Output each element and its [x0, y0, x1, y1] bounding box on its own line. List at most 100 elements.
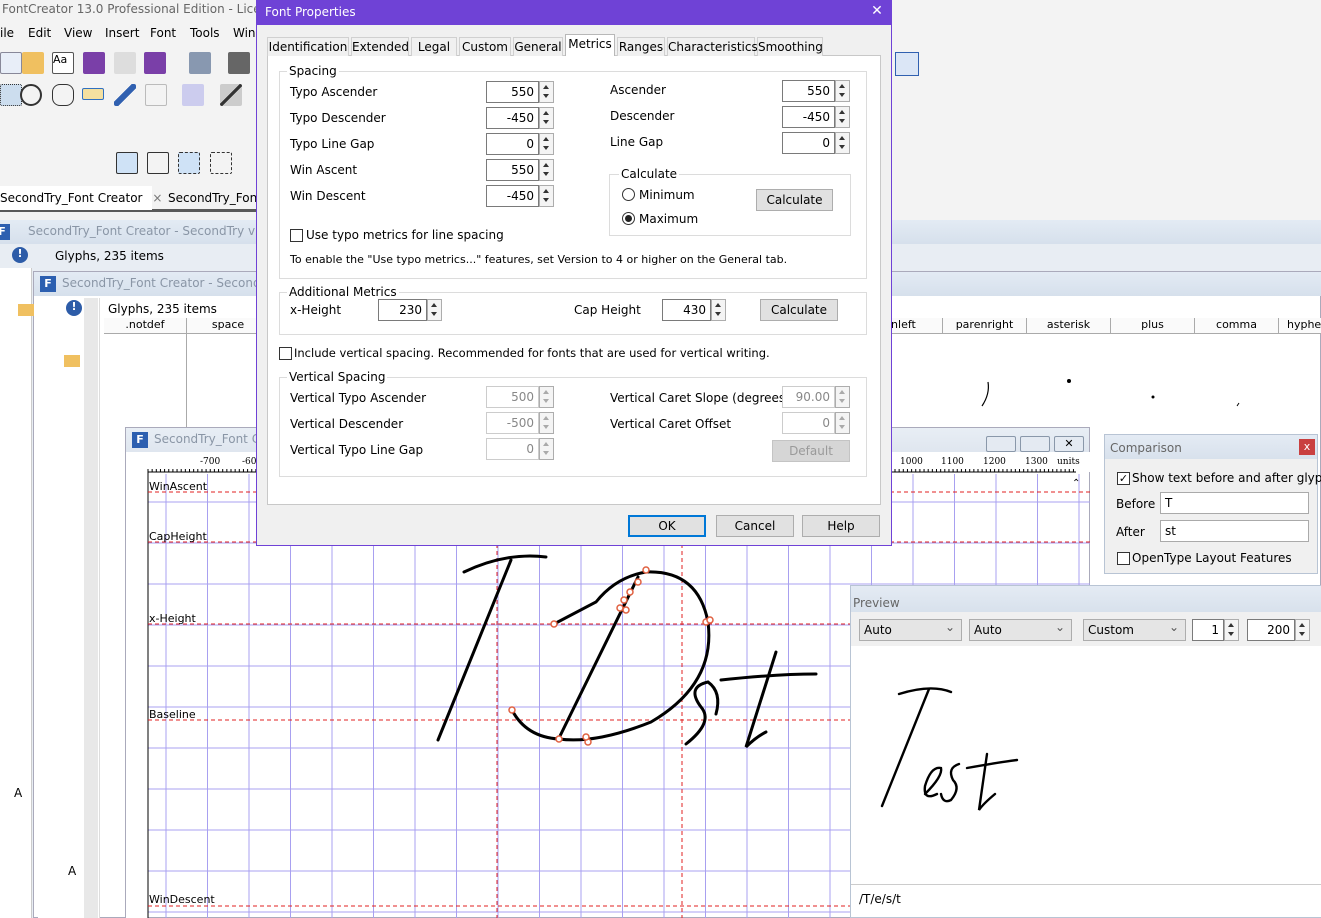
toolbar-icon[interactable] [895, 52, 919, 76]
glyph-column-header[interactable]: .notdef [104, 318, 187, 334]
line-gap-input[interactable]: 0 [782, 132, 835, 154]
image-zoom-icon[interactable] [182, 84, 204, 106]
font-view-icon[interactable]: Aa [52, 52, 74, 74]
show-text-checkbox[interactable]: ✓ [1117, 472, 1130, 485]
default-button[interactable]: Default [772, 440, 850, 462]
doc-tab-active[interactable]: SecondTry_Font Creator × [0, 186, 162, 210]
preview-select-1[interactable]: Auto [859, 619, 962, 641]
help-button[interactable]: Help [802, 515, 880, 537]
menu-font[interactable]: Font [150, 26, 176, 40]
open-icon[interactable] [22, 52, 44, 74]
measure-icon[interactable] [82, 88, 104, 100]
after-input[interactable]: st [1160, 520, 1309, 542]
vertical-typo-line-gap-input[interactable]: 0 [486, 438, 539, 460]
close-icon[interactable]: × [152, 191, 162, 205]
tab-legal[interactable]: Legal [411, 37, 457, 56]
spinner[interactable] [539, 438, 554, 460]
spinner[interactable] [539, 185, 554, 207]
include-vertical-checkbox[interactable] [279, 347, 292, 360]
win-descent-input[interactable]: -450 [486, 185, 539, 207]
menu-file[interactable]: ile [0, 26, 14, 40]
menu-insert[interactable]: Insert [105, 26, 139, 40]
tab-metrics[interactable]: Metrics [565, 34, 615, 56]
glyph-cell[interactable] [104, 334, 187, 428]
vertical-descender-input[interactable]: -500 [486, 412, 539, 434]
spinner[interactable] [539, 159, 554, 181]
cancel-button[interactable]: Cancel [716, 515, 794, 537]
minimum-radio[interactable] [622, 188, 635, 201]
spinner[interactable] [835, 132, 850, 154]
ok-button[interactable]: OK [628, 515, 706, 537]
preview-select-2[interactable]: Auto [969, 619, 1072, 641]
hatch-icon[interactable] [220, 84, 242, 106]
grid-icon[interactable] [116, 152, 138, 174]
win-ascent-input[interactable]: 550 [486, 159, 539, 181]
print-icon[interactable] [189, 52, 211, 74]
spinner[interactable] [539, 133, 554, 155]
calculate-button[interactable]: Calculate [760, 299, 838, 321]
vertical-caret-slope-input[interactable]: 90.00 [782, 386, 835, 408]
menu-view[interactable]: View [64, 26, 92, 40]
knife-icon[interactable] [114, 84, 136, 106]
save-icon[interactable] [83, 52, 105, 74]
close-button[interactable]: x [1299, 439, 1315, 455]
spinner[interactable] [1224, 619, 1239, 641]
tab-ranges[interactable]: Ranges [617, 37, 665, 56]
spinner[interactable] [835, 386, 850, 408]
use-typo-metrics-checkbox[interactable] [290, 229, 303, 242]
before-input[interactable]: T [1160, 492, 1309, 514]
minimize-button[interactable] [986, 436, 1016, 452]
menu-tools[interactable]: Tools [190, 26, 220, 40]
lasso-icon[interactable] [20, 84, 42, 106]
tab-identification[interactable]: Identification [267, 37, 349, 56]
ascender-input[interactable]: 550 [782, 80, 835, 102]
spinner[interactable] [835, 80, 850, 102]
scroll-up-arrow[interactable]: ⌃ [1072, 478, 1080, 489]
opentype-checkbox[interactable] [1117, 552, 1130, 565]
spinner[interactable] [539, 81, 554, 103]
spinner[interactable] [711, 299, 726, 321]
glyph-column-header[interactable]: plus [1111, 318, 1195, 334]
tab-extended[interactable]: Extended [351, 37, 409, 56]
cap-height-input[interactable]: 430 [662, 299, 711, 321]
spinner[interactable] [835, 106, 850, 128]
hand-icon[interactable] [52, 84, 74, 106]
spinner[interactable] [427, 299, 442, 321]
glyph-column-header[interactable]: asterisk [1027, 318, 1111, 334]
find-icon[interactable] [228, 52, 250, 74]
typo-line-gap-input[interactable]: 0 [486, 133, 539, 155]
grid-dotted-icon[interactable] [178, 152, 200, 174]
maximum-radio[interactable] [622, 212, 635, 225]
preview-select-3[interactable]: Custom [1083, 619, 1186, 641]
tab-general[interactable]: General [513, 37, 563, 56]
save-as-icon[interactable] [144, 52, 166, 74]
typo-ascender-input[interactable]: 550 [486, 81, 539, 103]
scrollbar[interactable] [84, 298, 98, 918]
close-button[interactable]: ✕ [1054, 436, 1084, 452]
tab-custom[interactable]: Custom [459, 37, 511, 56]
grid-dotted-snap-icon[interactable] [210, 152, 232, 174]
glyph-column-header[interactable]: hyphen [1279, 318, 1321, 334]
menu-edit[interactable]: Edit [28, 26, 51, 40]
glyph-column-header[interactable]: parenright [943, 318, 1027, 334]
spinner[interactable] [539, 386, 554, 408]
spinner[interactable] [1295, 619, 1310, 641]
select-tool-icon[interactable] [0, 84, 22, 106]
spinner[interactable] [539, 412, 554, 434]
tab-smoothing[interactable]: Smoothing [757, 37, 823, 56]
vertical-caret-offset-input[interactable]: 0 [782, 412, 835, 434]
x-height-input[interactable]: 230 [378, 299, 427, 321]
spinner[interactable] [835, 412, 850, 434]
descender-input[interactable]: -450 [782, 106, 835, 128]
vertical-typo-ascender-input[interactable]: 500 [486, 386, 539, 408]
spinner[interactable] [539, 107, 554, 129]
calculate-button[interactable]: Calculate [756, 189, 833, 211]
close-button[interactable]: ✕ [863, 3, 891, 23]
preview-spin-1[interactable]: 1 [1192, 619, 1224, 641]
maximize-button[interactable] [1020, 436, 1050, 452]
grid-snap-icon[interactable] [147, 152, 169, 174]
tab-characteristics[interactable]: Characteristics [667, 37, 758, 56]
new-font-icon[interactable] [0, 52, 22, 74]
doc-tab[interactable]: SecondTry_Font [168, 191, 262, 205]
preview-spin-2[interactable]: 200 [1247, 619, 1295, 641]
